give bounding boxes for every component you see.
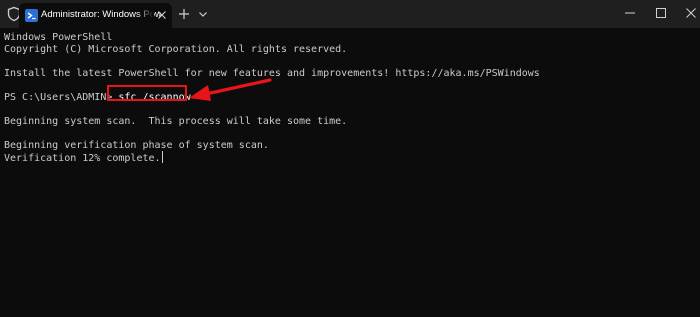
annotation-arrow-icon [189,78,272,101]
terminal-line-scan-begin: Beginning system scan. This process will… [4,116,348,127]
chevron-down-icon[interactable] [198,9,208,19]
terminal-line-verify-progress: Verification 12% complete. [4,153,161,164]
terminal-output[interactable]: Windows PowerShell Copyright (C) Microso… [0,28,700,317]
powershell-icon [25,9,38,22]
terminal-line-copyright: Copyright (C) Microsoft Corporation. All… [4,44,348,55]
maximize-icon[interactable] [655,7,667,19]
title-bar[interactable]: Administrator: Windows PowerShell [0,0,700,28]
powershell-window: Administrator: Windows PowerShell Window… [0,0,700,317]
terminal-progress-line: Verification 12% complete. [4,151,163,164]
plus-icon[interactable] [178,8,190,20]
tab-powershell[interactable]: Administrator: Windows PowerShell [19,3,172,28]
minimize-icon[interactable] [624,7,636,19]
tab-title-fade [136,3,154,28]
terminal-prompt: PS C:\Users\ADMIN> [4,92,119,103]
text-cursor [161,151,163,163]
close-icon[interactable] [157,10,167,20]
command-highlight-box [107,85,187,101]
close-icon[interactable] [685,7,697,19]
